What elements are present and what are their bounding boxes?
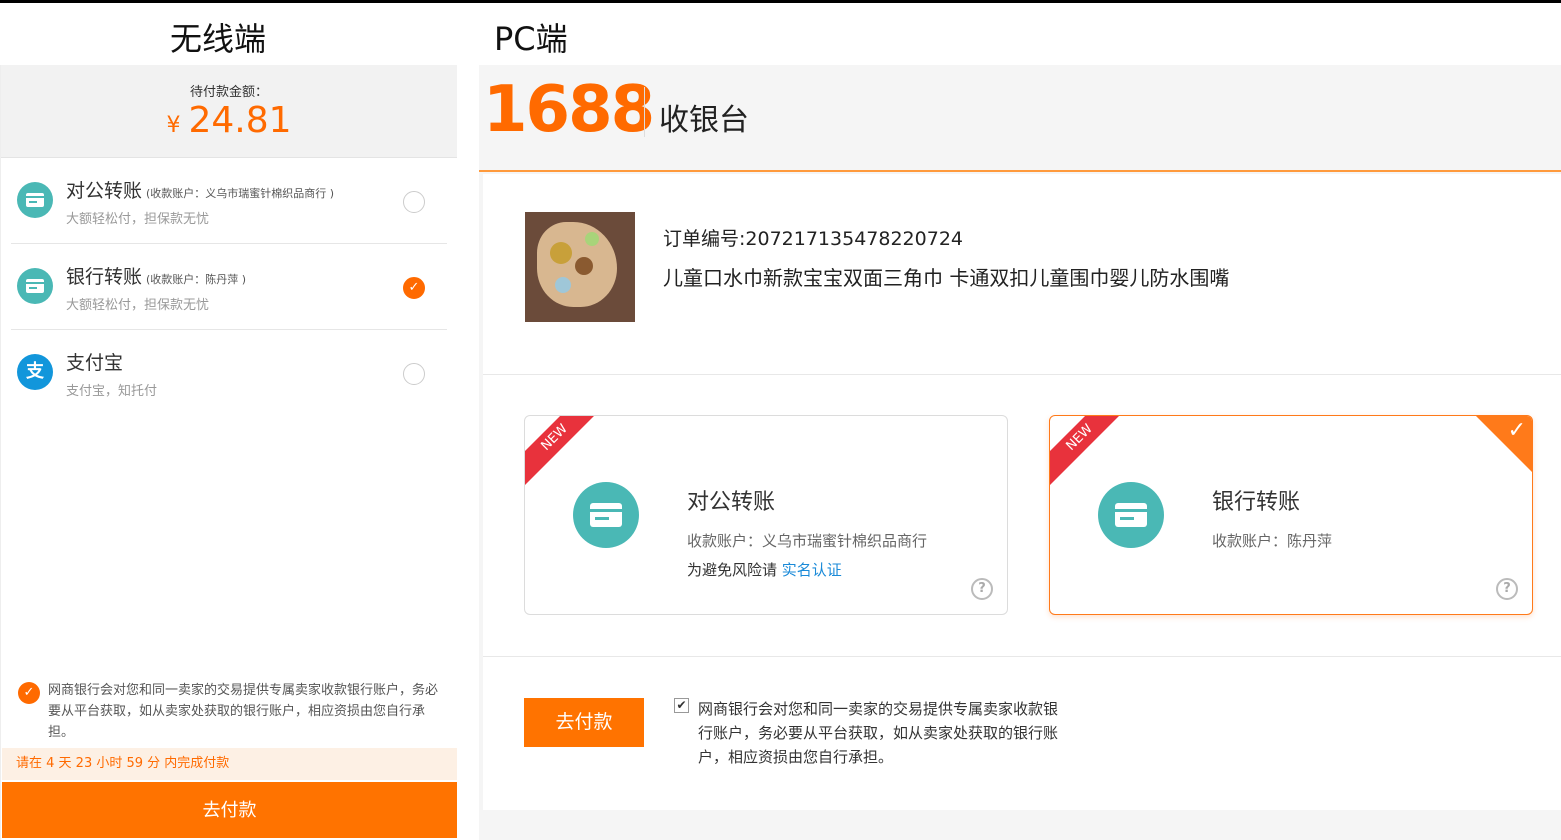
- card-title: 银行转账: [1212, 490, 1301, 515]
- option-title: 对公转账: [66, 180, 143, 202]
- agreement-checkbox[interactable]: ✓: [18, 682, 40, 704]
- check-icon: ✓: [1507, 418, 1526, 443]
- logo: 1688: [483, 73, 655, 147]
- payment-option-corporate-transfer[interactable]: 对公转账 (收款账户：义乌市瑞蜜针棉织品商行 ) 大额轻松付，担保款无忧: [11, 158, 447, 244]
- amount-number: 24.81: [188, 100, 292, 141]
- option-account: (收款账户：义乌市瑞蜜针棉织品商行 ): [146, 187, 335, 200]
- pc-body: 订单编号:207217135478220724 儿童口水巾新款宝宝双面三角巾 卡…: [483, 174, 1561, 810]
- page-footer-space: [483, 810, 1561, 840]
- new-badge: NEW: [525, 416, 606, 489]
- card-account: 收款账户：陈丹萍: [1212, 532, 1333, 550]
- product-title[interactable]: 儿童口水巾新款宝宝双面三角巾 卡通双扣儿童围巾婴儿防水围嘴: [663, 262, 1229, 291]
- option-radio[interactable]: [403, 191, 425, 213]
- pay-card-corporate-transfer[interactable]: NEW 对公转账 收款账户：义乌市瑞蜜针棉织品商行 为避免风险请 实名认证 ?: [524, 415, 1008, 615]
- divider: [483, 656, 1561, 657]
- mobile-cashier: 待付款金额： ¥24.81 对公转账 (收款账户：义乌市瑞蜜针棉织品商行 ) 大额…: [0, 65, 457, 840]
- amount-header: 待付款金额： ¥24.81: [1, 65, 457, 158]
- pc-section-label: PC端: [494, 20, 568, 58]
- order-number: 订单编号:207217135478220724: [663, 228, 963, 250]
- card-icon: [1098, 482, 1164, 548]
- logo-divider: [644, 87, 645, 137]
- option-subtitle: 支付宝，知托付: [66, 384, 158, 399]
- pay-button[interactable]: 去付款: [524, 698, 644, 747]
- product-image[interactable]: [525, 212, 635, 322]
- help-icon[interactable]: ?: [1496, 578, 1518, 600]
- agreement: ✓ 网商银行会对您和同一卖家的交易提供专属卖家收款银行账户，务必要从平台获取，如…: [18, 680, 450, 743]
- top-border: [0, 0, 1561, 3]
- card-title: 对公转账: [687, 490, 776, 515]
- option-title: 银行转账: [66, 266, 143, 288]
- card-icon: [17, 268, 53, 304]
- option-radio[interactable]: [403, 363, 425, 385]
- agreement-checkbox[interactable]: ✔: [674, 698, 689, 713]
- amount-value: ¥24.81: [1, 100, 457, 141]
- payment-option-bank-transfer[interactable]: 银行转账 (收款账户：陈丹萍 ) 大额轻松付，担保款无忧 ✓: [11, 244, 447, 330]
- new-badge: NEW: [1050, 416, 1131, 489]
- pc-cashier: 1688 收银台 订单编号:207217135478220724 儿童口水巾新款…: [479, 65, 1561, 840]
- option-radio-checked[interactable]: ✓: [403, 277, 425, 299]
- option-subtitle: 大额轻松付，担保款无忧: [66, 298, 210, 313]
- card-icon: [17, 182, 53, 218]
- risk-text: 为避免风险请: [687, 561, 782, 579]
- amount-label: 待付款金额：: [189, 85, 268, 100]
- pc-header: 1688 收银台: [479, 65, 1561, 172]
- option-account: (收款账户：陈丹萍 ): [146, 273, 247, 286]
- help-icon[interactable]: ?: [971, 578, 993, 600]
- option-title: 支付宝: [66, 352, 124, 374]
- agreement-text: 网商银行会对您和同一卖家的交易提供专属卖家收款银行账户，务必要从平台获取，如从卖…: [698, 700, 1059, 766]
- card-account: 收款账户：义乌市瑞蜜针棉织品商行: [687, 532, 928, 550]
- payment-deadline: 请在 4 天 23 小时 59 分 内完成付款: [2, 748, 457, 780]
- payment-option-alipay[interactable]: 支 支付宝 支付宝，知托付: [11, 330, 447, 416]
- risk-notice: 为避免风险请 实名认证: [687, 559, 842, 580]
- pay-button[interactable]: 去付款: [2, 782, 457, 838]
- mobile-section-label: 无线端: [170, 20, 267, 58]
- pay-card-bank-transfer[interactable]: NEW ✓ 银行转账 收款账户：陈丹萍 ?: [1049, 415, 1533, 615]
- cashier-title: 收银台: [659, 103, 749, 138]
- divider: [483, 374, 1561, 375]
- alipay-icon: 支: [17, 354, 53, 390]
- option-subtitle: 大额轻松付，担保款无忧: [66, 212, 210, 227]
- card-icon: [573, 482, 639, 548]
- currency-symbol: ¥: [166, 113, 181, 138]
- agreement-text: 网商银行会对您和同一卖家的交易提供专属卖家收款银行账户，务必要从平台获取，如从卖…: [48, 683, 439, 740]
- real-name-verify-link[interactable]: 实名认证: [782, 561, 842, 579]
